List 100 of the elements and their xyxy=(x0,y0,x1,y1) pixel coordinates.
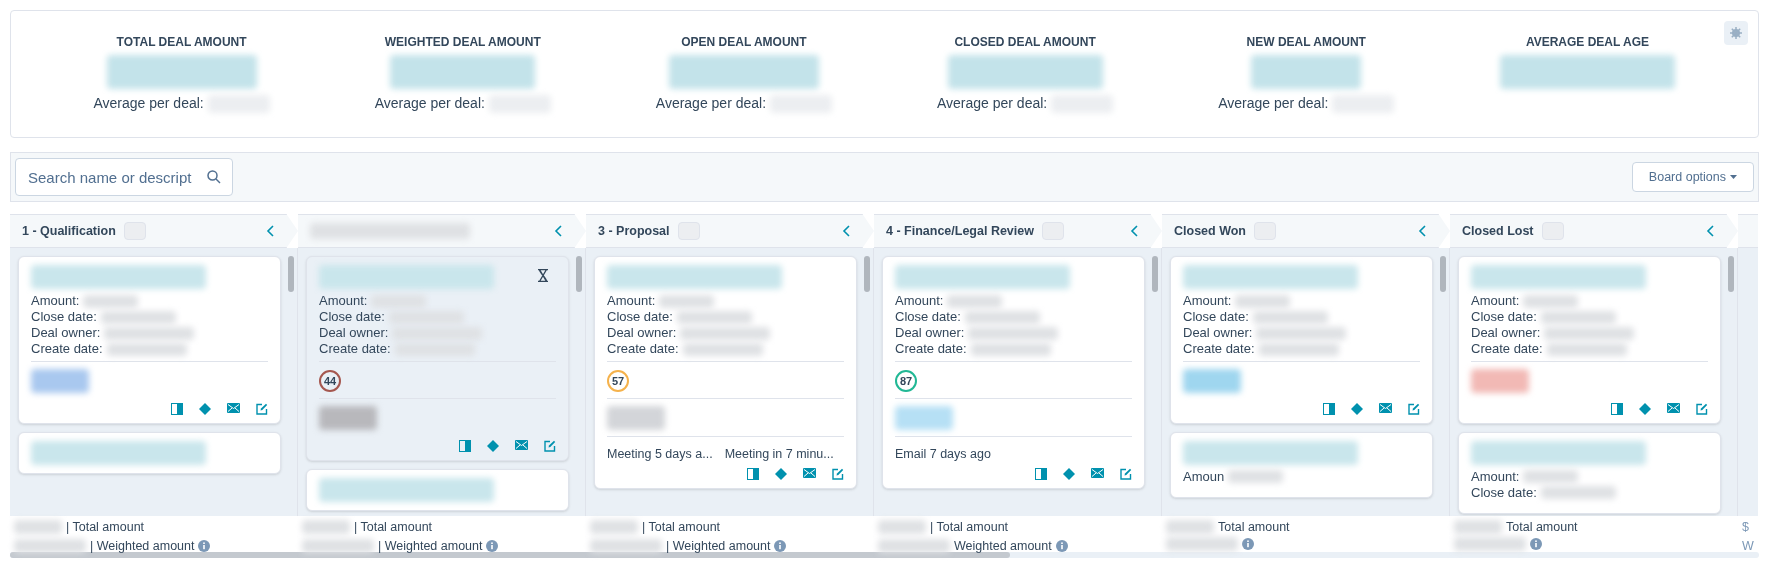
scrollbar-thumb[interactable] xyxy=(576,256,582,292)
diamond-icon[interactable] xyxy=(775,467,787,480)
preview-icon[interactable] xyxy=(1035,467,1047,480)
redacted-value xyxy=(302,539,374,554)
info-icon[interactable] xyxy=(1242,537,1254,550)
field-label: Create date: xyxy=(31,341,103,357)
deal-card[interactable]: Amount: Close date: Deal owner: Create date: xyxy=(18,256,281,424)
info-icon[interactable] xyxy=(198,540,211,553)
total-amount-label: | Total amount xyxy=(66,519,145,536)
field-label: Amount: xyxy=(1471,468,1520,485)
activity-text: Email 7 days ago xyxy=(895,446,991,463)
deal-card[interactable]: Amoun xyxy=(1170,431,1433,498)
average-label: Average per deal: xyxy=(93,94,204,113)
scrollbar-thumb[interactable] xyxy=(864,256,870,292)
deal-card[interactable]: Amount: Close date: Deal owner: Create date: xyxy=(1458,256,1721,424)
edit-icon[interactable] xyxy=(256,402,268,415)
edit-icon[interactable] xyxy=(1120,467,1132,480)
field-label: Create date: xyxy=(607,341,679,357)
info-icon[interactable] xyxy=(1530,537,1542,550)
deal-card[interactable]: Amount: Close date: Deal owner: Create date: xyxy=(1170,256,1433,424)
info-icon[interactable] xyxy=(486,540,499,553)
field-label: Close date: xyxy=(319,309,385,325)
edit-icon[interactable] xyxy=(1408,402,1420,415)
redacted-value xyxy=(1228,470,1284,484)
email-icon[interactable] xyxy=(1379,402,1392,413)
activity-text: Meeting 5 days a... xyxy=(607,446,713,463)
edit-icon[interactable] xyxy=(1696,402,1708,415)
diamond-icon[interactable] xyxy=(1351,402,1363,415)
field-label: Create date: xyxy=(1183,341,1255,357)
field-label: Close date: xyxy=(1183,309,1249,325)
field-label: Close date: xyxy=(31,309,97,325)
total-amount-label: | Total amount xyxy=(930,519,1009,536)
redacted-value xyxy=(607,406,665,430)
field-label: Deal owner: xyxy=(319,325,389,341)
diamond-icon[interactable] xyxy=(1639,402,1651,415)
average-label: Average per deal: xyxy=(374,94,485,113)
info-icon[interactable] xyxy=(1055,540,1068,553)
weighted-amount-label: | Weighted amount xyxy=(666,537,771,555)
diamond-icon[interactable] xyxy=(1063,467,1075,480)
scrollbar-thumb[interactable] xyxy=(1440,256,1446,292)
score-ring: 87 xyxy=(895,370,917,393)
preview-icon[interactable] xyxy=(1611,402,1623,415)
field-label: Deal owner: xyxy=(1183,325,1253,341)
caret-icon xyxy=(1730,175,1737,179)
email-icon[interactable] xyxy=(227,402,240,413)
field-label: Close date: xyxy=(1471,309,1537,325)
board-options-button[interactable]: Board options xyxy=(1631,162,1754,192)
redacted-value xyxy=(83,294,139,308)
average-label: Average per deal: xyxy=(936,94,1048,113)
total-amount-label: | Total amount xyxy=(354,519,433,536)
field-label: Deal owner: xyxy=(1471,325,1541,341)
edit-icon[interactable] xyxy=(544,440,556,452)
column-title: 3 - Proposal xyxy=(598,222,670,240)
diamond-icon[interactable] xyxy=(199,402,211,415)
field-label: Amount: xyxy=(607,293,656,309)
redacted-value xyxy=(878,539,950,554)
score-ring: 44 xyxy=(319,370,341,393)
redacted-value xyxy=(14,539,86,554)
redacted-value xyxy=(947,294,1003,308)
email-icon[interactable] xyxy=(803,467,816,478)
total-amount-label: Total amount xyxy=(1218,519,1290,536)
settings-button[interactable] xyxy=(1724,21,1748,45)
horizontal-scrollbar-thumb[interactable] xyxy=(10,552,1010,558)
collapse-chevron-icon[interactable] xyxy=(1130,225,1138,237)
preview-icon[interactable] xyxy=(1323,402,1335,415)
activity-text: Meeting in 7 minu... xyxy=(724,446,834,463)
preview-icon[interactable] xyxy=(747,467,759,480)
redacted-value xyxy=(14,520,62,535)
scrollbar-thumb[interactable] xyxy=(288,256,294,292)
search-field[interactable]: Search name or descript xyxy=(15,158,233,196)
collapse-chevron-icon[interactable] xyxy=(1418,225,1426,237)
edit-icon[interactable] xyxy=(832,467,844,480)
total-amount-label: $ xyxy=(1742,519,1750,536)
average-label: Average per deal: xyxy=(1218,94,1329,113)
redacted-value xyxy=(659,294,715,308)
redacted-value xyxy=(590,539,662,554)
scrollbar-thumb[interactable] xyxy=(1728,256,1734,292)
preview-icon[interactable] xyxy=(171,402,183,415)
deal-card[interactable]: Amount: Close date: Deal owner: Create date: 57 Meeting 5 days a... Meeting in 7 minu... xyxy=(594,256,857,489)
deal-card[interactable]: Amount: Close date: Deal owner: Create date: 87 Email 7 days ago xyxy=(882,256,1145,489)
collapse-chevron-icon[interactable] xyxy=(554,225,562,237)
settings-icon xyxy=(1730,27,1742,39)
email-icon[interactable] xyxy=(1091,467,1104,478)
info-icon[interactable] xyxy=(774,540,787,553)
redacted-value xyxy=(1235,294,1291,308)
collapse-chevron-icon[interactable] xyxy=(1706,225,1714,237)
collapse-chevron-icon[interactable] xyxy=(266,225,274,237)
field-label: Close date: xyxy=(895,309,961,325)
collapse-chevron-icon[interactable] xyxy=(842,225,850,237)
preview-icon[interactable] xyxy=(459,440,471,452)
diamond-icon[interactable] xyxy=(487,440,499,452)
redacted-value xyxy=(1183,368,1241,393)
scrollbar-thumb[interactable] xyxy=(1152,256,1158,292)
email-icon[interactable] xyxy=(515,440,528,450)
email-icon[interactable] xyxy=(1667,402,1680,413)
deal-card[interactable]: Amount: Close date: Deal owner: Create date: 44 xyxy=(306,256,569,461)
stat-label: OPEN DEAL AMOUNT xyxy=(681,34,807,51)
deal-card[interactable]: Amount: Close date: xyxy=(1458,431,1721,514)
field-label: Create date: xyxy=(319,341,391,357)
field-label: Close date: xyxy=(1471,484,1537,501)
